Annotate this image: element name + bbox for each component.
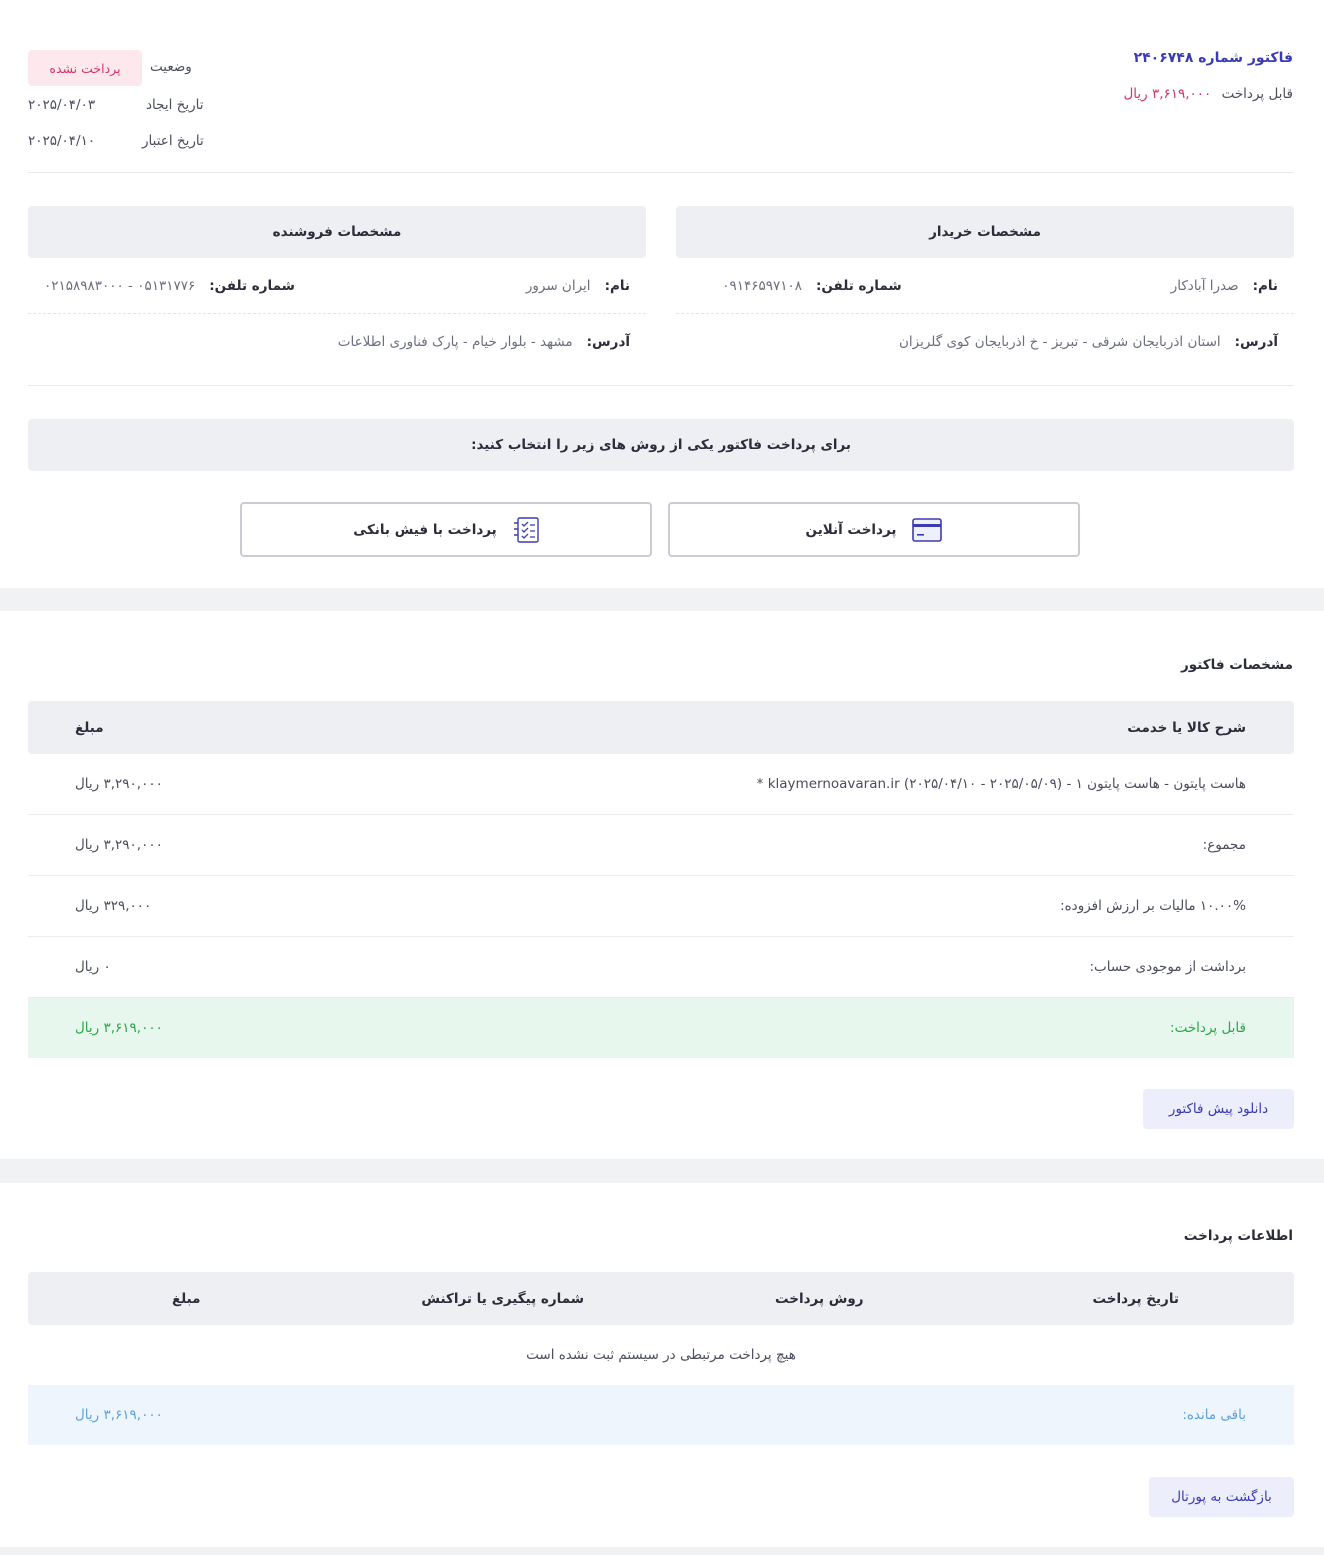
row-amount: ۰ ریال <box>75 959 111 975</box>
row-amount: ۳۲۹,۰۰۰ ریال <box>75 898 152 914</box>
payable-label: قابل پرداخت <box>1221 86 1293 102</box>
payment-method-banner: برای پرداخت فاکتور یکی از روش های زیر را… <box>28 419 1294 471</box>
total-amount: ۳,۶۱۹,۰۰۰ ریال <box>75 1020 163 1036</box>
created-value: ۲۰۲۵/۰۴/۰۳ <box>28 97 96 113</box>
table-row: هاست پایتون - هاست پایتون ۱ - (۲۰۲۵/۰۵/۰… <box>28 754 1294 815</box>
col-description: شرح کالا یا خدمت <box>1127 719 1246 736</box>
valid-row: ۲۰۲۵/۰۴/۱۰ تاریخ اعتبار <box>28 122 328 158</box>
invoice-meta: پرداخت نشده وضعیت ۲۰۲۵/۰۴/۰۳ تاریخ ایجاد… <box>28 50 328 158</box>
payments-table-header: تاریخ پرداخت روش پرداخت شماره پیگیری یا … <box>28 1272 1294 1325</box>
back-to-portal-button[interactable]: بازگشت به پورتال <box>1149 1477 1294 1517</box>
divider <box>28 385 1294 386</box>
row-description: هاست پایتون - هاست پایتون ۱ - (۲۰۲۵/۰۵/۰… <box>756 776 1246 792</box>
seller-phone-label: شماره تلفن: <box>209 277 295 294</box>
buyer-name-label: نام: <box>1252 277 1278 294</box>
payable-line: قابل پرداخت ۳,۶۱۹,۰۰۰ ریال <box>1123 86 1293 102</box>
seller-phone: ۰۵۱۳۱۷۷۶ - ۰۲۱۵۸۹۸۳۰۰۰ <box>44 277 196 294</box>
seller-box: مشخصات فروشنده نام: ایران سرور شماره تلف… <box>28 206 646 370</box>
seller-name: ایران سرور <box>525 277 591 294</box>
payment-info-card: اطلاعات پرداخت تاریخ پرداخت روش پرداخت ش… <box>0 1183 1324 1547</box>
buyer-address: استان اذربایجان شرقی - تبریز - خ اذربایج… <box>898 334 1221 350</box>
col-tracking-number: شماره پیگیری یا تراکنش <box>421 1290 585 1307</box>
buyer-phone: ۰۹۱۴۶۵۹۷۱۰۸ <box>722 277 802 294</box>
valid-value: ۲۰۲۵/۰۴/۱۰ <box>28 133 96 149</box>
buyer-title: مشخصات خریدار <box>676 206 1294 258</box>
online-payment-label: پرداخت آنلاین <box>805 521 897 538</box>
invoice-details-card: مشخصات فاکتور شرح کالا یا خدمت مبلغ هاست… <box>0 611 1324 1159</box>
seller-name-phone-row: نام: ایران سرور شماره تلفن: ۰۵۱۳۱۷۷۶ - ۰… <box>28 258 646 314</box>
invoice-title: فاکتور شماره ۲۴۰۶۷۴۸ <box>1133 50 1293 66</box>
payable-amount: ۳,۶۱۹,۰۰۰ ریال <box>1123 86 1212 102</box>
remaining-row: باقی مانده: ۳,۶۱۹,۰۰۰ ریال <box>28 1385 1294 1445</box>
buyer-phone-label: شماره تلفن: <box>816 277 902 294</box>
checklist-icon <box>513 516 539 543</box>
seller-address-label: آدرس: <box>586 334 630 350</box>
total-row: قابل پرداخت: ۳,۶۱۹,۰۰۰ ریال <box>28 998 1294 1058</box>
table-row: برداشت از موجودی حساب: ۰ ریال <box>28 937 1294 998</box>
credit-card-icon <box>912 517 943 542</box>
divider <box>28 172 1294 173</box>
created-row: ۲۰۲۵/۰۴/۰۳ تاریخ ایجاد <box>28 86 328 122</box>
remaining-label: باقی مانده: <box>1182 1407 1246 1423</box>
bank-slip-payment-button[interactable]: پرداخت با فیش بانکی <box>240 502 652 557</box>
seller-address: مشهد - بلوار خیام - پارک فناوری اطلاعات <box>337 334 573 350</box>
seller-name-label: نام: <box>604 277 630 294</box>
seller-address-row: آدرس: مشهد - بلوار خیام - پارک فناوری اط… <box>28 314 646 370</box>
valid-label: تاریخ اعتبار <box>142 133 204 149</box>
row-amount: ۳,۲۹۰,۰۰۰ ریال <box>75 837 163 853</box>
col-payment-method: روش پرداخت <box>774 1290 864 1307</box>
invoice-summary-card: فاکتور شماره ۲۴۰۶۷۴۸ قابل پرداخت ۳,۶۱۹,۰… <box>0 0 1324 588</box>
row-description: مجموع: <box>1202 837 1246 853</box>
online-payment-button[interactable]: پرداخت آنلاین <box>668 502 1080 557</box>
status-label: وضعیت <box>150 59 192 75</box>
status-row: پرداخت نشده وضعیت <box>28 50 328 86</box>
table-row: مجموع: ۳,۲۹۰,۰۰۰ ریال <box>28 815 1294 876</box>
buyer-address-label: آدرس: <box>1234 334 1278 350</box>
payment-info-title: اطلاعات پرداخت <box>1183 1228 1293 1244</box>
status-badge: پرداخت نشده <box>28 50 142 86</box>
invoice-details-title: مشخصات فاکتور <box>1181 657 1293 673</box>
created-label: تاریخ ایجاد <box>146 97 204 113</box>
invoice-table: شرح کالا یا خدمت مبلغ هاست پایتون - هاست… <box>28 701 1294 1058</box>
invoice-table-header: شرح کالا یا خدمت مبلغ <box>28 701 1294 754</box>
download-proforma-button[interactable]: دانلود پیش فاکتور <box>1143 1089 1294 1129</box>
buyer-name-phone-row: نام: صدرا آبادکار شماره تلفن: ۰۹۱۴۶۵۹۷۱۰… <box>676 258 1294 314</box>
col-payment-amount: مبلغ <box>171 1290 201 1307</box>
row-description: ۱۰.۰۰% مالیات بر ارزش افزوده: <box>1060 898 1246 914</box>
col-payment-date: تاریخ پرداخت <box>1092 1290 1179 1307</box>
seller-title: مشخصات فروشنده <box>28 206 646 258</box>
empty-payments-message: هیچ پرداخت مرتبطی در سیستم ثبت نشده است <box>526 1347 796 1363</box>
buyer-box: مشخصات خریدار نام: صدرا آبادکار شماره تل… <box>676 206 1294 370</box>
bank-slip-payment-label: پرداخت با فیش بانکی <box>353 521 497 538</box>
total-label: قابل پرداخت: <box>1170 1020 1246 1036</box>
buyer-address-row: آدرس: استان اذربایجان شرقی - تبریز - خ ا… <box>676 314 1294 370</box>
col-amount: مبلغ <box>75 719 104 736</box>
remaining-amount: ۳,۶۱۹,۰۰۰ ریال <box>75 1407 163 1423</box>
row-description: برداشت از موجودی حساب: <box>1089 959 1246 975</box>
row-amount: ۳,۲۹۰,۰۰۰ ریال <box>75 776 163 792</box>
buyer-name: صدرا آبادکار <box>1170 277 1239 294</box>
table-row: ۱۰.۰۰% مالیات بر ارزش افزوده: ۳۲۹,۰۰۰ ری… <box>28 876 1294 937</box>
